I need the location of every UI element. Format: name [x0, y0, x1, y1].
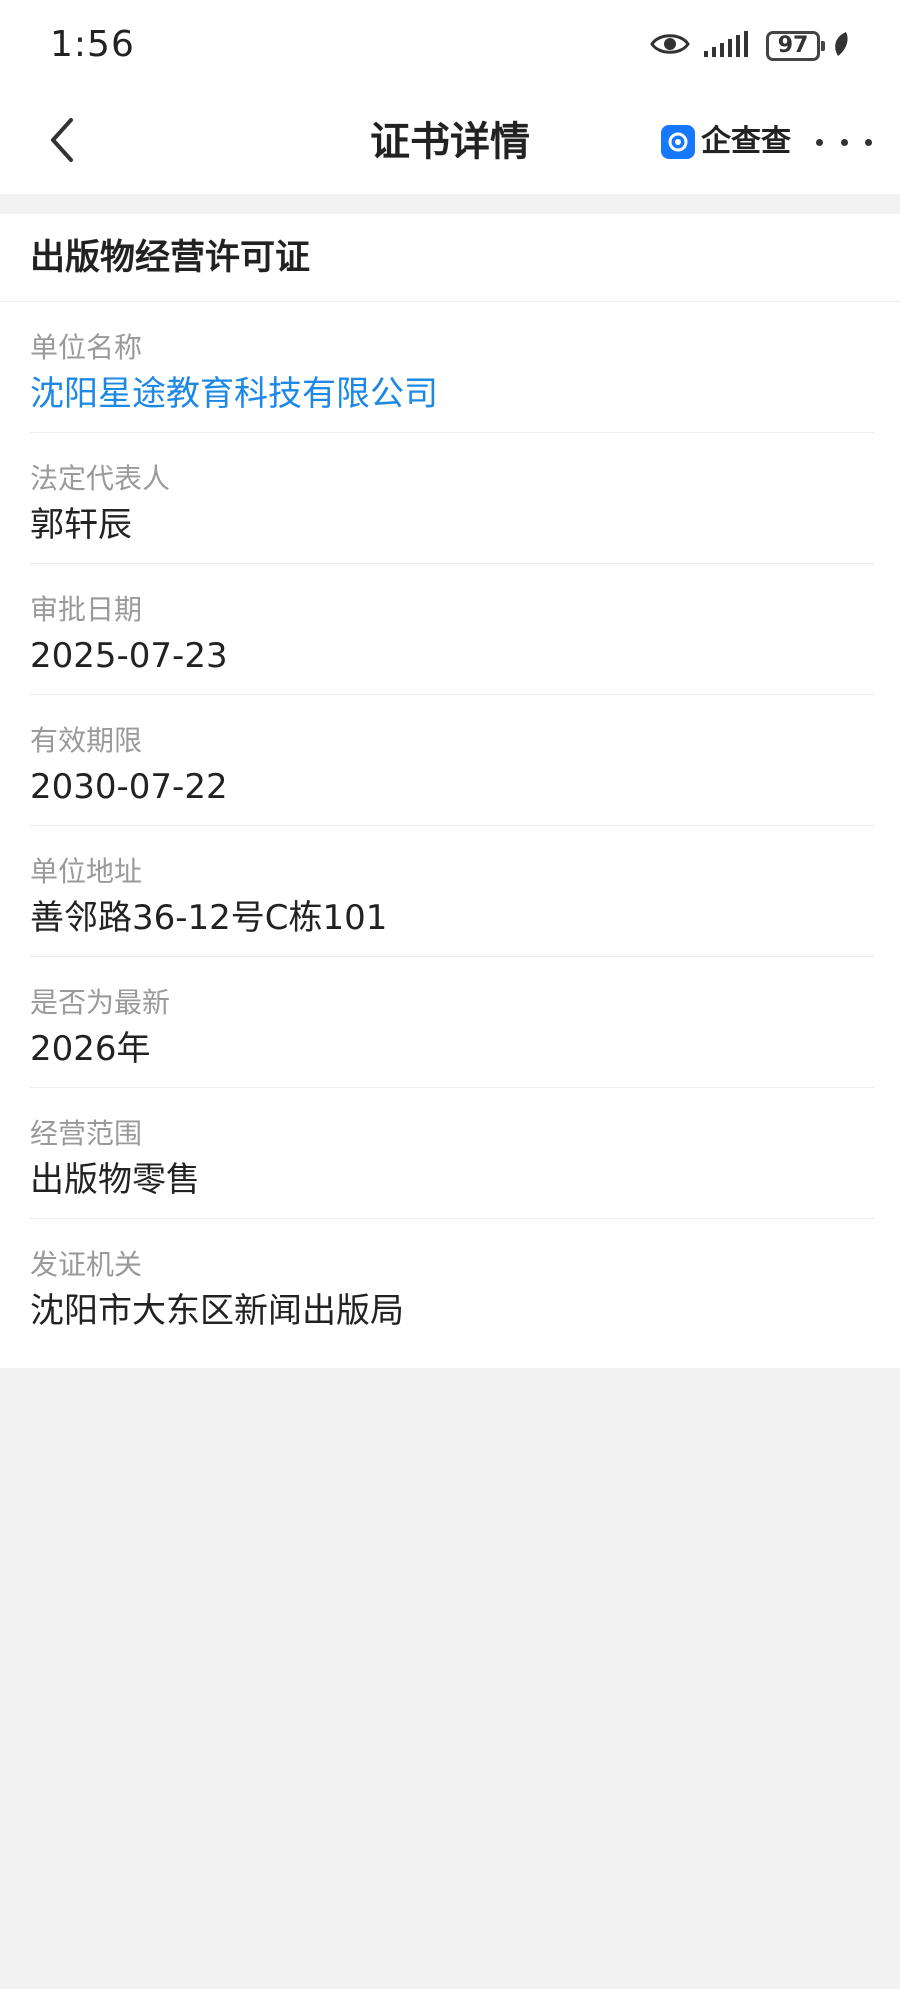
- brand-logo[interactable]: 企查查: [661, 122, 791, 162]
- field-value: 出版物零售: [30, 1160, 200, 1200]
- signal-icon: [702, 29, 754, 63]
- field-value: 2026年: [30, 1029, 151, 1069]
- field-value: 2025-07-23: [30, 636, 228, 676]
- brand-name: 企查查: [701, 124, 791, 159]
- field-label: 审批日期: [30, 593, 143, 626]
- separator: [0, 194, 900, 214]
- field-label: 单位名称: [30, 331, 143, 364]
- nav-bar: 证书详情 企查查: [0, 90, 900, 194]
- field-legal-representative: 法定代表人 郭轩辰: [30, 433, 874, 564]
- more-button[interactable]: [816, 126, 872, 158]
- certificate-card: 出版物经营许可证 单位名称 沈阳星途教育科技有限公司 法定代表人 郭轩辰 审批日…: [0, 214, 900, 1368]
- more-icon: [816, 138, 823, 146]
- field-approval-date: 审批日期 2025-07-23: [30, 564, 874, 695]
- field-label: 单位地址: [30, 855, 143, 888]
- field-business-scope: 经营范围 出版物零售: [30, 1088, 874, 1219]
- field-value: 郭轩辰: [30, 505, 132, 545]
- battery-icon: 97: [766, 31, 825, 61]
- company-name-link[interactable]: 沈阳星途教育科技有限公司: [30, 370, 874, 418]
- status-time: 1:56: [50, 24, 135, 65]
- field-is-latest: 是否为最新 2026年: [30, 957, 874, 1088]
- field-label: 有效期限: [30, 724, 143, 757]
- qichacha-logo-icon: [661, 125, 695, 159]
- status-icons: 97: [638, 26, 850, 66]
- status-bar: 1:56 97: [0, 0, 900, 90]
- field-label: 是否为最新: [30, 986, 171, 1019]
- field-label: 法定代表人: [30, 462, 171, 495]
- certificate-title: 出版物经营许可证: [0, 214, 900, 302]
- field-address: 单位地址 善邻路36-12号C栋101: [30, 826, 874, 957]
- field-validity: 有效期限 2030-07-22: [30, 695, 874, 826]
- field-list: 单位名称 沈阳星途教育科技有限公司 法定代表人 郭轩辰 审批日期 2025-07…: [0, 302, 900, 1350]
- field-issuing-authority: 发证机关 沈阳市大东区新闻出版局: [30, 1219, 874, 1350]
- field-value: 善邻路36-12号C栋101: [30, 898, 388, 938]
- field-label: 经营范围: [30, 1117, 143, 1150]
- field-company-name: 单位名称 沈阳星途教育科技有限公司: [30, 302, 874, 433]
- field-value: 沈阳市大东区新闻出版局: [30, 1291, 404, 1331]
- field-label: 发证机关: [30, 1248, 143, 1281]
- eye-icon: [650, 30, 690, 62]
- leaf-icon: [832, 30, 850, 62]
- field-value: 2030-07-22: [30, 767, 228, 807]
